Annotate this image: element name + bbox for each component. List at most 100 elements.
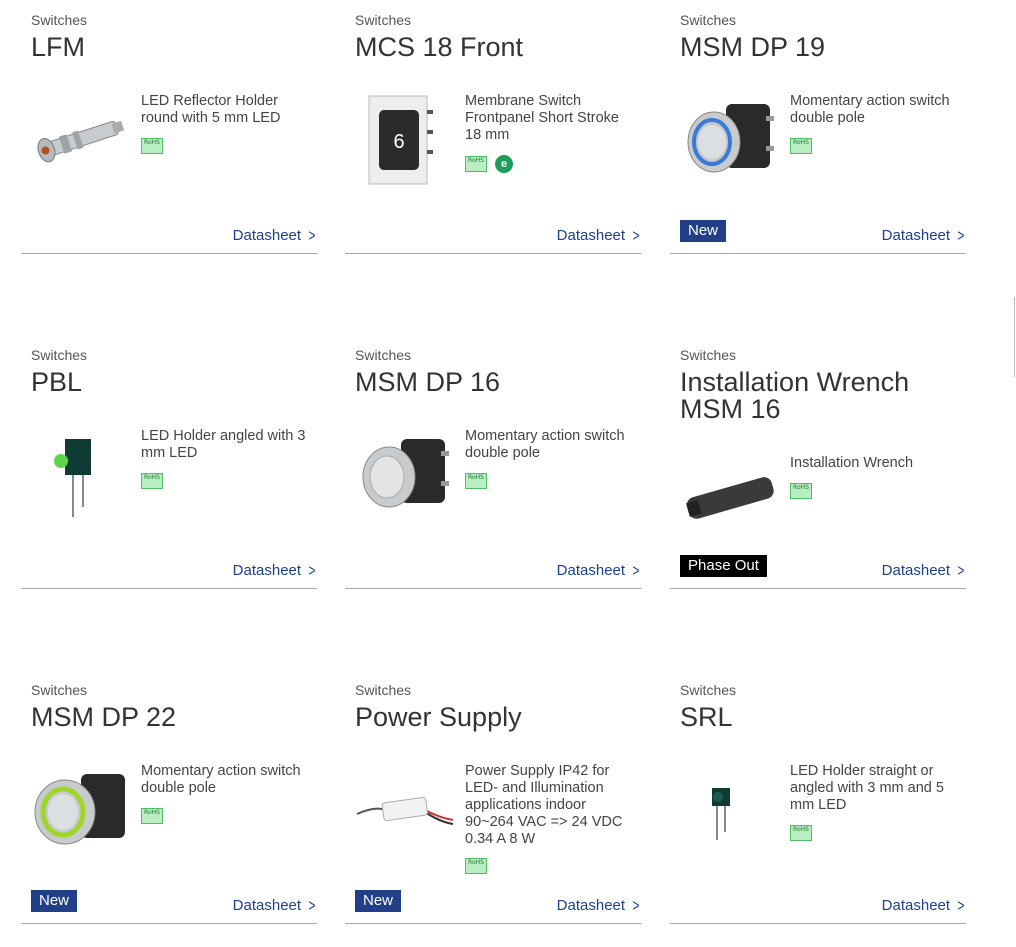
datasheet-link[interactable]: Datasheet > xyxy=(882,897,966,914)
chevron-right-icon: > xyxy=(632,561,640,580)
certification-badges: RoHS xyxy=(141,138,163,154)
product-category: Switches xyxy=(680,347,737,363)
certification-badges: RoHS xyxy=(790,483,812,499)
rohs-icon: RoHS xyxy=(141,138,163,154)
product-image-wrench[interactable] xyxy=(680,457,780,557)
new-badge: New xyxy=(31,890,78,912)
product-card-msm-dp-22[interactable]: Switches MSM DP 22 Momentary action swit… xyxy=(21,670,317,924)
card-divider xyxy=(345,923,641,924)
rohs-icon: RoHS xyxy=(465,473,487,489)
rohs-icon: RoHS xyxy=(141,808,163,824)
card-divider xyxy=(345,253,641,254)
scrollbar-indicator[interactable] xyxy=(1014,297,1015,377)
datasheet-link[interactable]: Datasheet > xyxy=(882,227,966,244)
product-title[interactable]: MSM DP 22 xyxy=(31,704,311,731)
certification-badges: RoHS xyxy=(790,138,812,154)
product-description: Power Supply IP42 for LED- and Illuminat… xyxy=(465,763,623,847)
certification-badges: RoHS xyxy=(790,825,812,841)
datasheet-label: Datasheet xyxy=(881,562,951,579)
product-card-msm-dp-19[interactable]: Switches MSM DP 19 Momentary action swit… xyxy=(670,0,966,254)
certification-badges: RoHS xyxy=(141,808,163,824)
product-image-led-holder-straight[interactable] xyxy=(680,770,780,870)
certification-badges: RoHS xyxy=(141,473,163,489)
datasheet-link[interactable]: Datasheet > xyxy=(233,562,317,579)
datasheet-link[interactable]: Datasheet > xyxy=(233,227,317,244)
product-title[interactable]: Installation Wrench MSM 16 xyxy=(680,369,960,423)
datasheet-link[interactable]: Datasheet > xyxy=(557,897,641,914)
card-divider xyxy=(670,253,966,254)
chevron-right-icon: > xyxy=(308,896,316,915)
card-divider xyxy=(21,923,317,924)
certification-badges: RoHS e xyxy=(465,155,513,173)
product-image-power-supply[interactable] xyxy=(355,770,455,870)
product-title[interactable]: SRL xyxy=(680,704,960,731)
product-category: Switches xyxy=(355,347,412,363)
certification-badges: RoHS xyxy=(465,473,487,489)
product-category: Switches xyxy=(355,12,412,28)
product-description: Momentary action switch double pole xyxy=(790,93,950,126)
product-description: LED Holder angled with 3 mm LED xyxy=(141,428,306,461)
product-card-pbl[interactable]: Switches PBL LED Holder angled with 3 mm… xyxy=(21,335,317,589)
datasheet-label: Datasheet xyxy=(556,562,626,579)
product-card-lfm[interactable]: Switches LFM LED Reflector Holder round … xyxy=(21,0,317,254)
rohs-icon: RoHS xyxy=(465,858,487,874)
datasheet-link[interactable]: Datasheet > xyxy=(557,227,641,244)
product-description: LED Reflector Holder round with 5 mm LED xyxy=(141,93,281,126)
datasheet-link[interactable]: Datasheet > xyxy=(233,897,317,914)
product-title[interactable]: MCS 18 Front xyxy=(355,34,635,61)
product-image-momentary-switch-green[interactable] xyxy=(31,760,131,860)
product-title[interactable]: MSM DP 16 xyxy=(355,369,635,396)
rohs-icon: RoHS xyxy=(790,825,812,841)
rohs-icon: RoHS xyxy=(465,156,487,172)
product-title[interactable]: PBL xyxy=(31,369,311,396)
product-category: Switches xyxy=(31,12,88,28)
product-title[interactable]: Power Supply xyxy=(355,704,635,731)
datasheet-label: Datasheet xyxy=(556,227,626,244)
datasheet-link[interactable]: Datasheet > xyxy=(882,562,966,579)
product-title[interactable]: LFM xyxy=(31,34,311,61)
product-description: Momentary action switch double pole xyxy=(141,763,301,796)
datasheet-label: Datasheet xyxy=(232,227,302,244)
product-image-led-reflector-holder[interactable] xyxy=(31,90,131,190)
chevron-right-icon: > xyxy=(957,896,965,915)
chevron-right-icon: > xyxy=(957,561,965,580)
new-badge: New xyxy=(355,890,402,912)
product-card-msm-dp-16[interactable]: Switches MSM DP 16 Momentary action swit… xyxy=(345,335,641,589)
product-category: Switches xyxy=(355,682,412,698)
product-description: LED Holder straight or angled with 3 mm … xyxy=(790,763,944,813)
datasheet-label: Datasheet xyxy=(232,562,302,579)
product-image-momentary-switch-blue[interactable] xyxy=(680,90,780,190)
card-divider xyxy=(21,588,317,589)
product-image-membrane-switch[interactable]: 6 xyxy=(355,90,455,190)
datasheet-label: Datasheet xyxy=(881,227,951,244)
datasheet-label: Datasheet xyxy=(232,897,302,914)
product-card-srl[interactable]: Switches SRL LED Holder straight or angl… xyxy=(670,670,966,924)
product-description: Momentary action switch double pole xyxy=(465,428,625,461)
product-image-momentary-switch[interactable] xyxy=(355,425,455,525)
rohs-icon: RoHS xyxy=(141,473,163,489)
card-divider xyxy=(670,923,966,924)
product-card-power-supply[interactable]: Switches Power Supply Power Supply IP42 … xyxy=(345,670,641,924)
product-card-installation-wrench[interactable]: Switches Installation Wrench MSM 16 Inst… xyxy=(670,335,966,589)
product-card-mcs-18-front[interactable]: Switches MCS 18 Front 6 Membrane Switch … xyxy=(345,0,641,254)
new-badge: New xyxy=(680,220,727,242)
product-title[interactable]: MSM DP 19 xyxy=(680,34,960,61)
svg-text:6: 6 xyxy=(393,131,404,153)
card-divider xyxy=(345,588,641,589)
product-category: Switches xyxy=(31,682,88,698)
datasheet-label: Datasheet xyxy=(556,897,626,914)
chevron-right-icon: > xyxy=(632,896,640,915)
product-description: Membrane Switch Frontpanel Short Stroke … xyxy=(465,93,619,143)
product-image-led-holder-angled[interactable] xyxy=(31,425,131,525)
product-category: Switches xyxy=(680,682,737,698)
card-divider xyxy=(21,253,317,254)
certification-badges: RoHS xyxy=(465,858,487,874)
chevron-right-icon: > xyxy=(308,561,316,580)
phase-out-badge: Phase Out xyxy=(680,555,767,577)
rohs-icon: RoHS xyxy=(790,138,812,154)
chevron-right-icon: > xyxy=(632,226,640,245)
datasheet-link[interactable]: Datasheet > xyxy=(557,562,641,579)
product-description: Installation Wrench xyxy=(790,455,914,471)
product-category: Switches xyxy=(680,12,737,28)
eco-certification-icon: e xyxy=(495,155,513,173)
